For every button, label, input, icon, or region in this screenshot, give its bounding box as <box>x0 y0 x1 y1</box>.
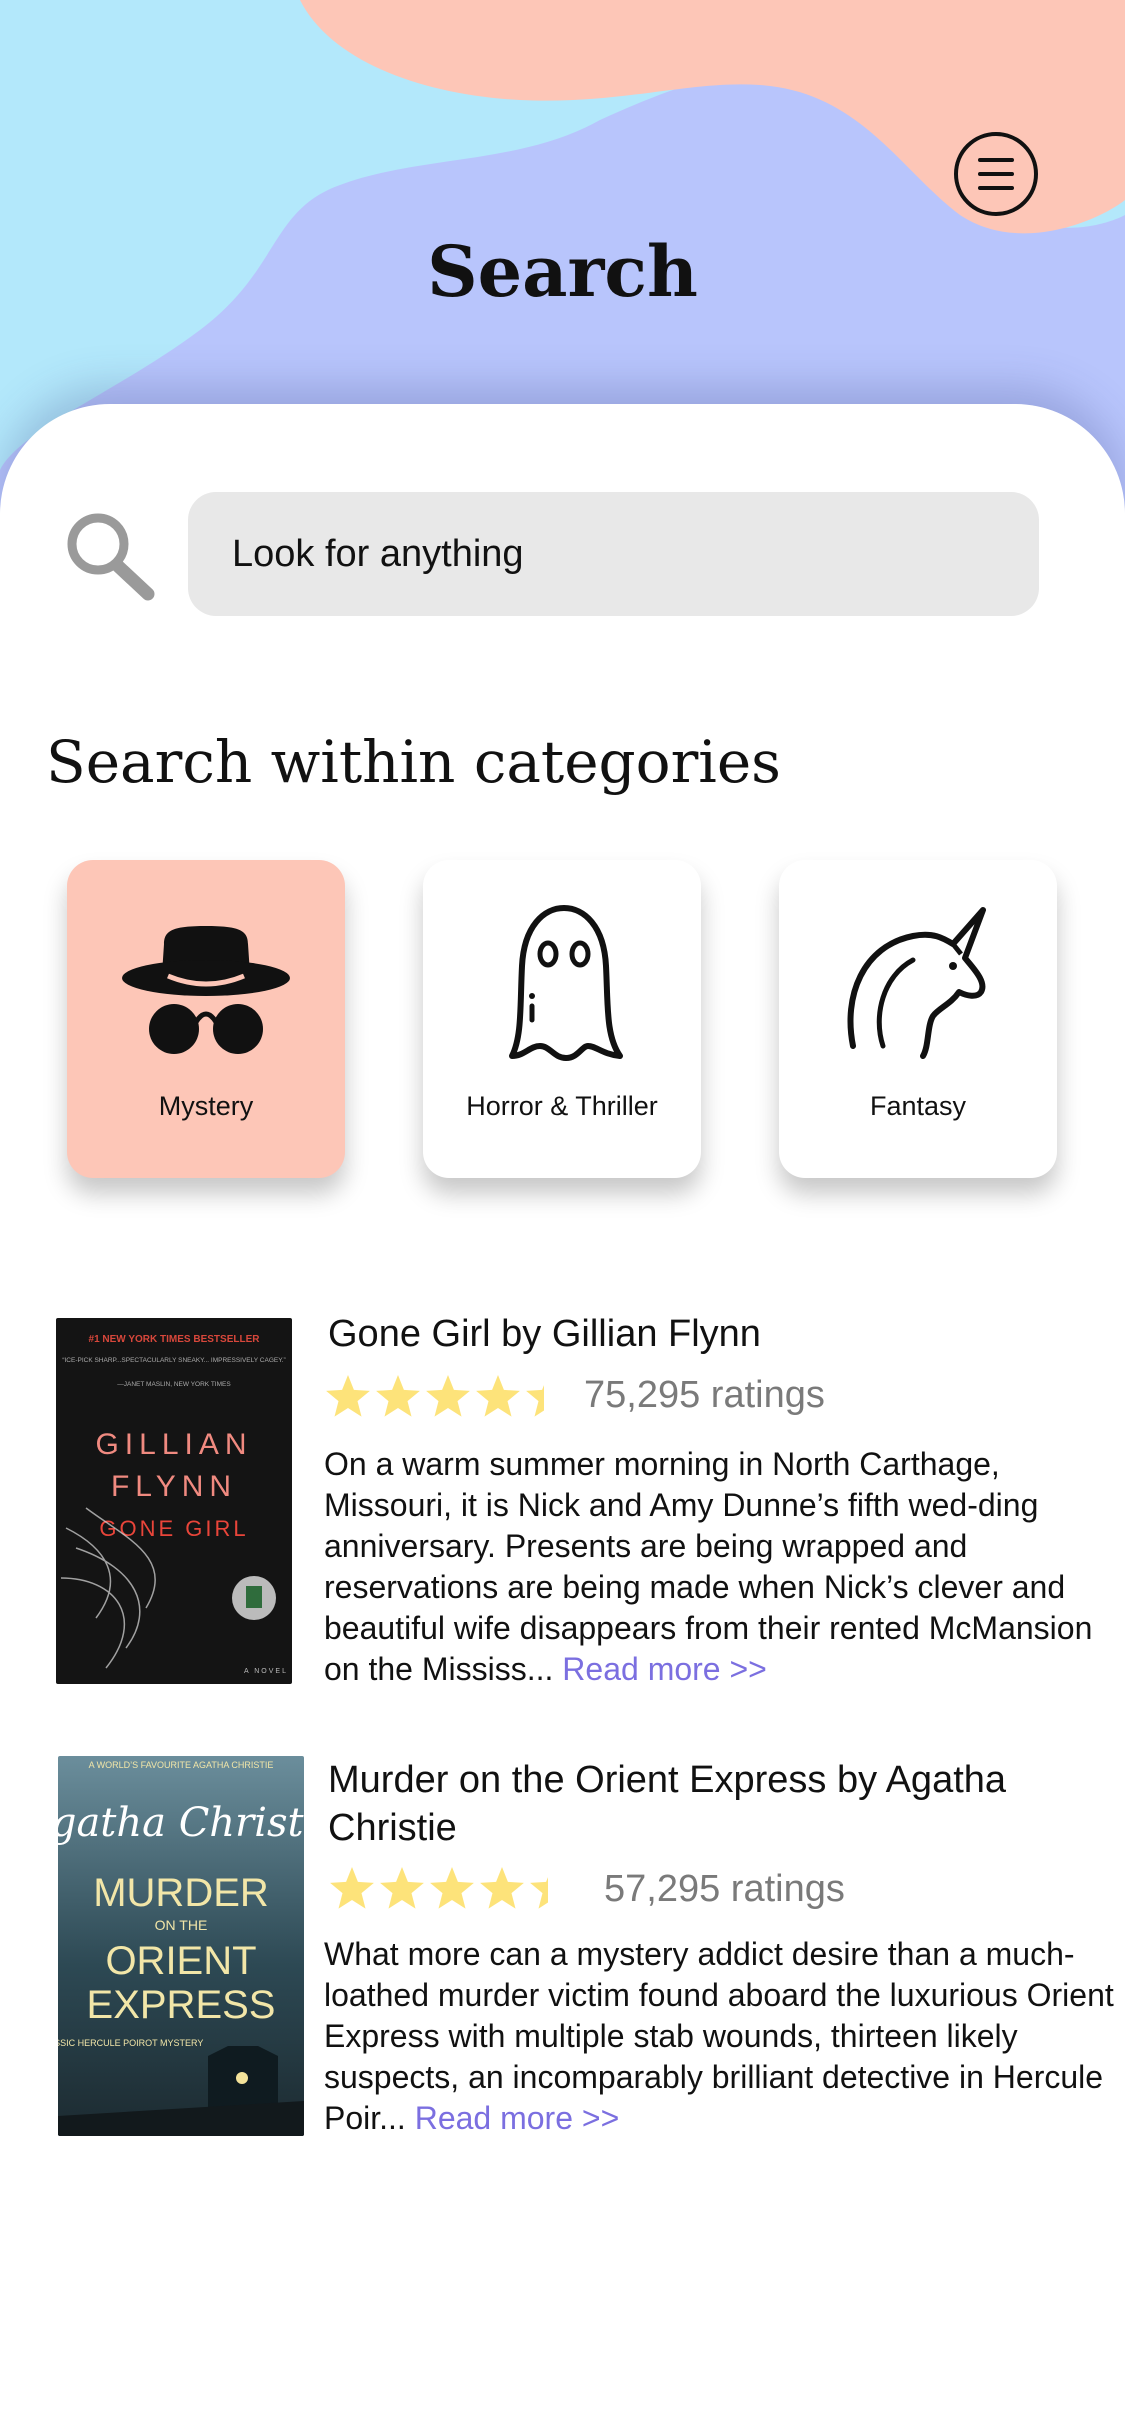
read-more-link[interactable]: Read more >> <box>562 1651 767 1687</box>
category-label: Fantasy <box>869 1091 967 1121</box>
star-icon <box>426 1375 470 1417</box>
page-title: Search <box>427 230 698 313</box>
categories-heading: Search within categories <box>46 728 781 796</box>
book-description: On a warm summer morning in North Cartha… <box>324 1444 1124 1690</box>
star-icon <box>380 1867 424 1909</box>
svg-text:A CLASSIC HERCULE POIROT MYSTE: A CLASSIC HERCULE POIROT MYSTERY <box>58 2038 203 2048</box>
svg-text:—JANET MASLIN, NEW YORK TIMES: —JANET MASLIN, NEW YORK TIMES <box>117 1381 231 1388</box>
svg-text:FLYNN: FLYNN <box>111 1470 237 1503</box>
book-title[interactable]: Gone Girl by Gillian Flynn <box>328 1310 761 1358</box>
svg-text:ON THE: ON THE <box>155 1917 208 1933</box>
book-cover[interactable]: A WORLD’S FAVOURITE AGATHA CHRISTIE Agat… <box>58 1756 304 2136</box>
star-icon <box>480 1867 524 1909</box>
svg-text:GILLIAN: GILLIAN <box>95 1428 252 1461</box>
svg-text:A NOVEL: A NOVEL <box>244 1668 288 1675</box>
hamburger-menu-icon <box>978 158 1014 162</box>
svg-text:GONE GIRL: GONE GIRL <box>99 1516 248 1541</box>
star-icon <box>430 1867 474 1909</box>
svg-text:EXPRESS: EXPRESS <box>87 1983 276 2027</box>
star-icon <box>476 1375 520 1417</box>
svg-text:#1 NEW YORK TIMES BESTSELLER: #1 NEW YORK TIMES BESTSELLER <box>89 1334 261 1345</box>
search-icon[interactable] <box>62 508 158 604</box>
category-label: Mystery <box>158 1091 254 1121</box>
read-more-link[interactable]: Read more >> <box>415 2100 620 2136</box>
book-cover[interactable]: #1 NEW YORK TIMES BESTSELLER “ICE-PICK S… <box>56 1318 292 1684</box>
star-icon <box>376 1375 420 1417</box>
svg-text:MURDER: MURDER <box>93 1871 269 1915</box>
star-icon <box>530 1877 548 1909</box>
search-input[interactable]: Look for anything <box>188 492 1039 616</box>
menu-button[interactable] <box>954 132 1038 216</box>
list-item[interactable]: A WORLD’S FAVOURITE AGATHA CHRISTIE Agat… <box>56 1756 1114 2136</box>
category-horror-thriller[interactable]: Horror & Thriller <box>423 860 701 1178</box>
ratings-count: 57,295 ratings <box>604 1868 845 1910</box>
book-description: What more can a mystery addict desire th… <box>324 1934 1124 2139</box>
category-label: Horror & Thriller <box>466 1091 658 1121</box>
ghost-icon <box>509 905 623 1061</box>
svg-text:A WORLD’S FAVOURITE AGATHA CHR: A WORLD’S FAVOURITE AGATHA CHRISTIE <box>89 1760 274 1770</box>
star-rating <box>330 1867 548 1909</box>
book-title[interactable]: Murder on the Orient Express by Agatha C… <box>328 1756 1068 1852</box>
detective-icon <box>122 926 290 1054</box>
svg-text:“ICE-PICK SHARP...SPECTACULARL: “ICE-PICK SHARP...SPECTACULARLY SNEAKY..… <box>62 1357 285 1364</box>
category-fantasy[interactable]: Fantasy <box>779 860 1057 1178</box>
list-item[interactable]: #1 NEW YORK TIMES BESTSELLER “ICE-PICK S… <box>56 1310 1092 1690</box>
star-icon <box>526 1385 544 1417</box>
star-icon <box>330 1867 374 1909</box>
category-mystery[interactable]: Mystery <box>67 860 345 1178</box>
hamburger-line <box>978 172 1014 176</box>
star-rating <box>326 1375 544 1417</box>
hamburger-line <box>978 186 1014 190</box>
svg-text:Agatha Christie: Agatha Christie <box>58 1800 304 1846</box>
unicorn-icon <box>847 907 986 1059</box>
star-icon <box>326 1375 370 1417</box>
svg-text:ORIENT: ORIENT <box>105 1939 256 1983</box>
ratings-count: 75,295 ratings <box>584 1374 825 1416</box>
